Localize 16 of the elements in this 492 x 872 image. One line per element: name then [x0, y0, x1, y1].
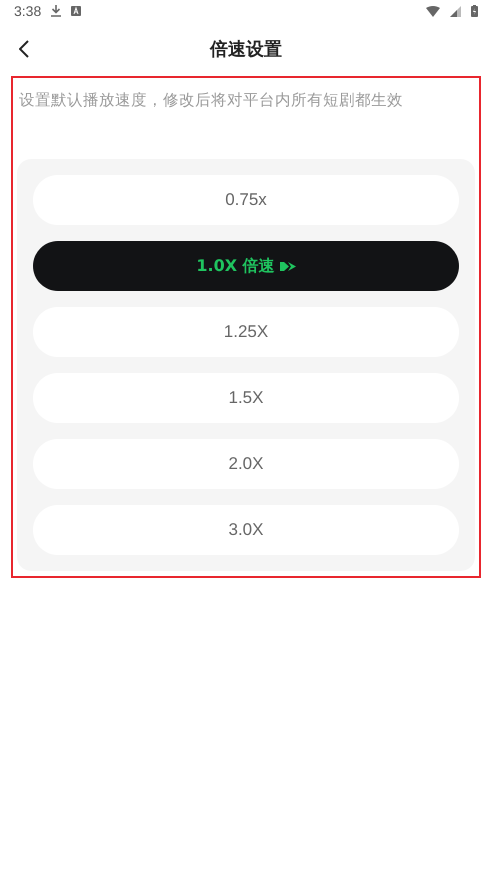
speed-option[interactable]: 1.25X	[33, 307, 459, 357]
speed-option[interactable]: 1.0X 倍速	[33, 241, 459, 291]
description-text: 设置默认播放速度，修改后将对平台内所有短剧都生效	[19, 90, 404, 111]
battery-icon	[471, 5, 478, 17]
speed-option[interactable]: 2.0X	[33, 439, 459, 489]
wifi-icon	[426, 6, 440, 16]
play-speed-icon	[280, 262, 296, 270]
status-time: 3:38	[14, 3, 42, 19]
speed-option[interactable]: 3.0X	[33, 505, 459, 555]
download-icon	[51, 5, 62, 17]
speed-option[interactable]: 0.75x	[33, 175, 459, 225]
signal-icon	[450, 6, 461, 16]
app-notification-icon	[71, 6, 82, 16]
back-icon[interactable]	[19, 40, 29, 58]
page-title: 倍速设置	[210, 38, 282, 61]
speed-option[interactable]: 1.5X	[33, 373, 459, 423]
